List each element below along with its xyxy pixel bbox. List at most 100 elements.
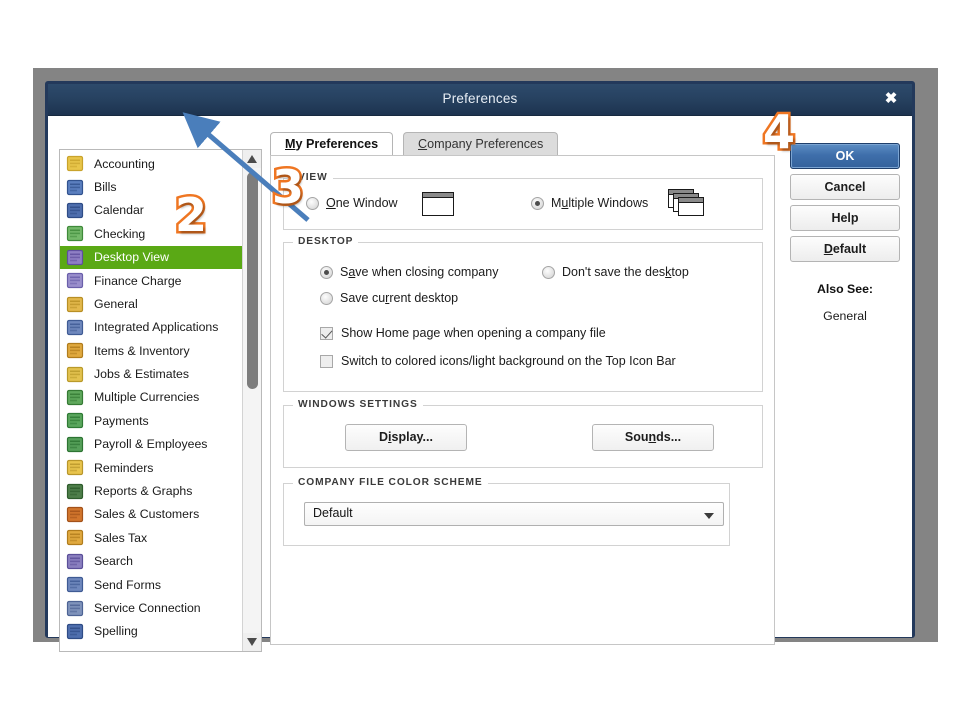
preferences-dialog: Preferences ✖ Accounting Bills Calendar Che…: [45, 81, 915, 652]
scroll-down-arrow-icon[interactable]: [243, 633, 261, 651]
sidebar-item-label: Calendar: [94, 203, 144, 218]
dialog-action-buttons: OK Cancel Help Default Also See: General: [790, 143, 903, 323]
close-icon[interactable]: ✖: [882, 90, 900, 108]
sidebar-item-label: Reports & Graphs: [94, 484, 193, 499]
sidebar-item-label: Accounting: [94, 156, 155, 171]
checkbox-show-home-page[interactable]: Show Home page when opening a company fi…: [320, 326, 606, 340]
sidebar-item-label: Checking: [94, 226, 146, 241]
spellcheck-icon: [66, 623, 84, 640]
check-icon: [66, 225, 84, 242]
sidebar-item-accounting[interactable]: Accounting: [60, 152, 243, 175]
sidebar-item-spelling[interactable]: Spelling: [60, 620, 243, 643]
checkbox-colored-icons-label: Switch to colored icons/light background…: [341, 354, 676, 368]
sidebar-item-label: Jobs & Estimates: [94, 367, 189, 382]
tab-my-preferences[interactable]: My Preferences: [270, 132, 394, 155]
sidebar-item-label: Spelling: [94, 624, 138, 639]
help-button[interactable]: Help: [790, 205, 900, 231]
tab-company-preferences-label: ompany Preferences: [427, 137, 544, 151]
also-see-label: Also See:: [816, 282, 874, 296]
sidebar-item-label: Bills: [94, 179, 117, 194]
sidebar-item-label: Reminders: [94, 460, 154, 475]
sidebar-item-label: Desktop View: [94, 250, 169, 265]
sidebar-item-label: Sales & Customers: [94, 507, 200, 522]
sidebar-item-general[interactable]: General: [60, 292, 243, 315]
sidebar-item-integrated-applications[interactable]: Integrated Applications: [60, 316, 243, 339]
sidebar-item-calendar[interactable]: Calendar: [60, 199, 243, 222]
ok-button[interactable]: OK: [790, 143, 900, 169]
sidebar-item-items-inventory[interactable]: Items & Inventory: [60, 339, 243, 362]
sidebar-item-sales-customers[interactable]: Sales & Customers: [60, 503, 243, 526]
checkbox-show-home-page-indicator: [320, 326, 333, 340]
radio-save-current-desktop-label: Save current desktop: [340, 291, 459, 305]
category-list-items: Accounting Bills Calendar Checking Desktop V…: [60, 150, 243, 651]
radio-dont-save-desktop-label: Don't save the desktop: [562, 265, 689, 279]
also-see-general-link[interactable]: General: [790, 309, 900, 323]
radio-multiple-windows-label: Multiple Windows: [551, 196, 649, 210]
checkbox-show-home-page-label: Show Home page when opening a company fi…: [341, 326, 606, 340]
radio-save-current-desktop[interactable]: Save current desktop: [320, 291, 458, 305]
color-scheme-group: COMPANY FILE COLOR SCHEME Default: [283, 477, 730, 546]
view-group-legend: VIEW: [293, 172, 333, 183]
tab-bar: My Preferences Company Preferences: [270, 132, 785, 155]
sidebar-item-multiple-currencies[interactable]: Multiple Currencies: [60, 386, 243, 409]
chevron-down-icon: [704, 513, 714, 519]
sidebar-item-service-connection[interactable]: Service Connection: [60, 596, 243, 619]
payment-icon: [66, 412, 84, 429]
radio-dont-save-desktop-indicator: [542, 265, 555, 279]
bill-icon: [66, 179, 84, 196]
radio-one-window-indicator: [306, 196, 319, 210]
scroll-up-arrow-icon[interactable]: [243, 150, 261, 168]
display-button[interactable]: Display...: [345, 424, 467, 451]
bar-chart-icon: [66, 483, 84, 500]
folder-icon: [66, 296, 84, 313]
sidebar-item-search[interactable]: Search: [60, 550, 243, 573]
radio-multiple-windows[interactable]: Multiple Windows: [531, 196, 648, 210]
sidebar-item-payments[interactable]: Payments: [60, 409, 243, 432]
sidebar-item-label: Integrated Applications: [94, 320, 219, 335]
calendar-icon: [66, 202, 84, 219]
ledger-icon: [66, 155, 84, 172]
radio-save-when-closing-label: Save when closing company: [340, 265, 499, 279]
sidebar-item-reports-graphs[interactable]: Reports & Graphs: [60, 479, 243, 502]
percent-icon: [66, 272, 84, 289]
color-scheme-select[interactable]: Default: [304, 502, 724, 526]
default-button[interactable]: Default: [790, 236, 900, 262]
apps-icon: [66, 319, 84, 336]
windows-settings-group: WINDOWS SETTINGS Display... Sounds...: [283, 399, 763, 468]
radio-one-window[interactable]: One Window: [306, 196, 398, 210]
sidebar-item-label: Items & Inventory: [94, 343, 190, 358]
sidebar-item-payroll-employees[interactable]: Payroll & Employees: [60, 433, 243, 456]
sidebar-item-desktop-view[interactable]: Desktop View: [60, 245, 243, 269]
color-scheme-value: Default: [313, 506, 353, 520]
radio-save-when-closing[interactable]: Save when closing company: [320, 265, 498, 279]
preferences-category-list[interactable]: Accounting Bills Calendar Checking Desktop V…: [59, 149, 262, 652]
tab-my-preferences-label: y Preferences: [295, 137, 379, 151]
sounds-button[interactable]: Sounds...: [592, 424, 714, 451]
sidebar-item-label: Multiple Currencies: [94, 390, 200, 405]
sidebar-item-finance-charge[interactable]: Finance Charge: [60, 269, 243, 292]
sidebar-item-label: Search: [94, 554, 133, 569]
magnifier-icon: [66, 553, 84, 570]
sidebar-item-jobs-estimates[interactable]: Jobs & Estimates: [60, 363, 243, 386]
category-list-scrollbar[interactable]: [242, 150, 261, 651]
checkbox-colored-icons[interactable]: Switch to colored icons/light background…: [320, 354, 676, 368]
one-window-preview-icon: [422, 192, 454, 216]
windows-settings-legend: WINDOWS SETTINGS: [293, 399, 423, 410]
notepad-icon: [66, 366, 84, 383]
box-icon: [66, 342, 84, 359]
sidebar-item-label: General: [94, 296, 138, 311]
sidebar-item-bills[interactable]: Bills: [60, 175, 243, 198]
scrollbar-thumb[interactable]: [247, 172, 258, 389]
cancel-button[interactable]: Cancel: [790, 174, 900, 200]
view-group: VIEW One Window Multiple Windows: [283, 172, 763, 230]
radio-one-window-label: One Window: [326, 196, 398, 210]
sidebar-item-label: Service Connection: [94, 600, 201, 615]
sidebar-item-sales-tax[interactable]: Sales Tax: [60, 526, 243, 549]
tab-company-preferences[interactable]: Company Preferences: [403, 132, 559, 155]
clock-icon: [66, 459, 84, 476]
sidebar-item-checking[interactable]: Checking: [60, 222, 243, 245]
radio-dont-save-desktop[interactable]: Don't save the desktop: [542, 265, 689, 279]
sidebar-item-send-forms[interactable]: Send Forms: [60, 573, 243, 596]
sidebar-item-reminders[interactable]: Reminders: [60, 456, 243, 479]
dialog-body: Accounting Bills Calendar Checking Desktop V…: [48, 116, 912, 652]
